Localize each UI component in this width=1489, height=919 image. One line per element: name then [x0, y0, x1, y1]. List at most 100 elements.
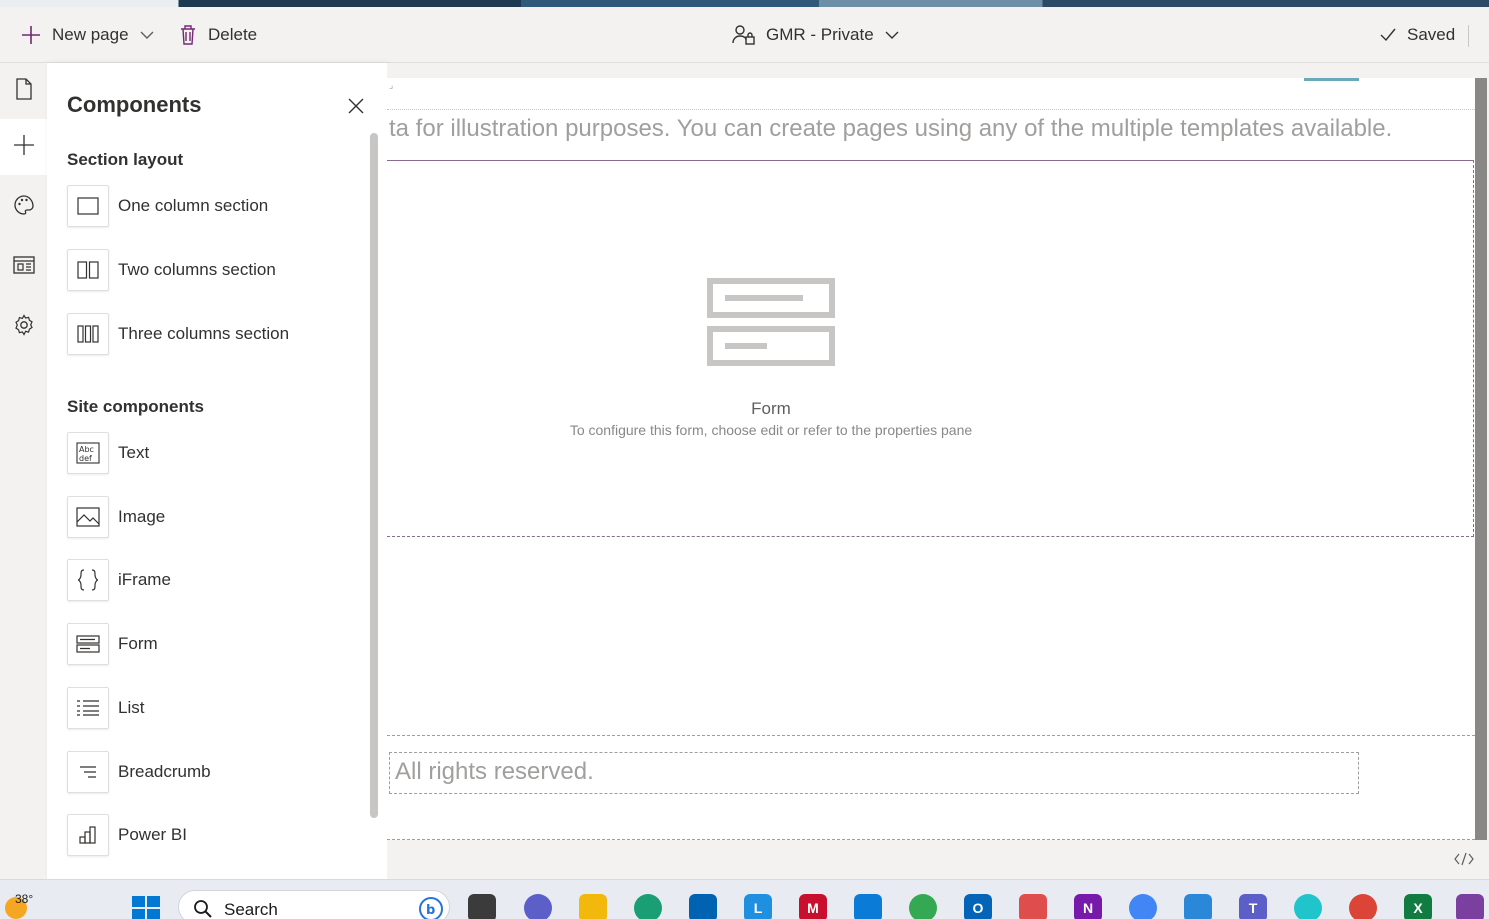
- component-list[interactable]: List: [67, 687, 367, 729]
- component-text[interactable]: Abc def Text: [67, 432, 367, 474]
- windows-start-icon[interactable]: [132, 896, 160, 919]
- panel-scrollbar[interactable]: [370, 133, 378, 818]
- file-explorer-icon[interactable]: [579, 894, 607, 919]
- footer-section[interactable]: All rights reserved.: [387, 735, 1475, 840]
- chrome-alt-icon[interactable]: [1349, 894, 1377, 919]
- rail-data-button[interactable]: [0, 239, 47, 295]
- add-icon: [13, 134, 35, 161]
- one-column-icon: [67, 185, 109, 227]
- intro-text[interactable]: ta for illustration purposes. You can cr…: [389, 115, 1392, 143]
- code-icon: [1454, 852, 1474, 871]
- component-label: Three columns section: [118, 324, 290, 343]
- site-components-heading: Site components: [67, 397, 204, 416]
- form-icon: [67, 623, 109, 665]
- rail-settings-button[interactable]: [0, 299, 47, 355]
- page-icon: [15, 77, 33, 105]
- add-icon: [20, 24, 42, 46]
- component-label: Form: [118, 634, 158, 653]
- chrome-profile-icon[interactable]: [909, 894, 937, 919]
- teams-chat-icon[interactable]: [524, 894, 552, 919]
- image-icon: [67, 496, 109, 538]
- data-workspace-icon: [12, 255, 35, 280]
- rail-components-button[interactable]: [0, 119, 47, 175]
- list-icon: [67, 687, 109, 729]
- outlook-icon[interactable]: O: [964, 894, 992, 919]
- component-label: iFrame: [118, 570, 171, 589]
- chevron-down-icon[interactable]: [139, 27, 155, 43]
- page-canvas: ⌟ ta for illustration purposes. You can …: [387, 63, 1489, 879]
- component-breadcrumb[interactable]: Breadcrumb: [67, 751, 367, 793]
- svg-text:b: b: [426, 903, 435, 918]
- breadcrumb-icon: [67, 751, 109, 793]
- cortana-icon[interactable]: [854, 894, 882, 919]
- checkmark-icon: [1379, 27, 1397, 43]
- code-view-button[interactable]: [1453, 851, 1475, 871]
- canvas-scrollbar[interactable]: [1475, 78, 1487, 840]
- taskbar: 38° Search b L M O N T X: [0, 879, 1489, 919]
- teams-icon[interactable]: T: [1239, 894, 1267, 919]
- new-page-button[interactable]: New page: [20, 7, 155, 63]
- component-three-columns-section[interactable]: Three columns section: [67, 313, 367, 355]
- excel-icon[interactable]: X: [1404, 894, 1432, 919]
- close-icon: [347, 97, 365, 120]
- rail-pages-button[interactable]: [0, 63, 47, 119]
- visual-studio-icon[interactable]: [1456, 894, 1484, 919]
- canva-icon[interactable]: [1294, 894, 1322, 919]
- chevron-down-icon: [884, 27, 900, 43]
- mcafee-icon[interactable]: M: [799, 894, 827, 919]
- snipping-tool-icon[interactable]: [1019, 894, 1047, 919]
- delete-button[interactable]: Delete: [178, 7, 257, 63]
- task-view-icon[interactable]: [468, 894, 496, 919]
- component-image[interactable]: Image: [67, 496, 367, 538]
- component-label: Power BI: [118, 825, 187, 844]
- form-placeholder-icon: [707, 278, 835, 371]
- desktop-wallpaper-strip: [0, 0, 1489, 7]
- store-icon[interactable]: [689, 894, 717, 919]
- environment-label: GMR - Private: [766, 25, 874, 44]
- delete-label: Delete: [208, 25, 258, 44]
- svg-text:def: def: [79, 454, 92, 463]
- people-lock-icon: [732, 24, 756, 46]
- taskbar-search-label: Search: [224, 900, 278, 919]
- footer-text-box[interactable]: All rights reserved.: [389, 752, 1359, 794]
- form-placeholder-title: Form: [751, 399, 791, 418]
- command-bar: New page Delete GMR - Private Saved: [0, 7, 1489, 63]
- page-preview: ⌟ ta for illustration purposes. You can …: [387, 78, 1475, 840]
- environment-selector[interactable]: GMR - Private: [732, 7, 900, 63]
- panel-title: Components: [67, 92, 202, 117]
- rail-themes-button[interactable]: [0, 179, 47, 235]
- chrome-icon[interactable]: [1129, 894, 1157, 919]
- component-power-bi[interactable]: Power BI: [67, 814, 367, 856]
- section-layout-heading: Section layout: [67, 150, 184, 169]
- edge-browser-icon[interactable]: [634, 894, 662, 919]
- new-page-label: New page: [52, 25, 129, 44]
- form-placeholder-subtitle: To configure this form, choose edit or r…: [569, 422, 973, 438]
- component-label: List: [118, 698, 145, 717]
- onenote-icon[interactable]: N: [1074, 894, 1102, 919]
- search-icon: [193, 899, 213, 919]
- text-icon: Abc def: [67, 432, 109, 474]
- left-rail: [0, 63, 47, 879]
- form-section[interactable]: Form To configure this form, choose edit…: [387, 160, 1474, 537]
- notepad-icon[interactable]: [1184, 894, 1212, 919]
- bing-icon[interactable]: b: [419, 897, 443, 919]
- taskbar-search-box[interactable]: Search b: [178, 890, 450, 919]
- selected-tab-indicator: [1304, 78, 1359, 81]
- component-form[interactable]: Form: [67, 623, 367, 665]
- component-label: Image: [118, 507, 166, 526]
- app-l-icon[interactable]: L: [744, 894, 772, 919]
- saved-label: Saved: [1407, 25, 1456, 44]
- section-resize-handle[interactable]: ⌟: [389, 80, 393, 91]
- component-iframe[interactable]: iFrame: [67, 559, 367, 601]
- footer-text: All rights reserved.: [395, 758, 594, 785]
- palette-icon: [13, 194, 35, 221]
- saved-status: Saved: [1379, 7, 1455, 63]
- close-panel-button[interactable]: [345, 97, 367, 119]
- component-two-columns-section[interactable]: Two columns section: [67, 249, 367, 291]
- component-label: Two columns section: [118, 260, 276, 279]
- weather-temperature: 38°: [15, 892, 34, 906]
- component-label: Breadcrumb: [118, 762, 211, 781]
- component-one-column-section[interactable]: One column section: [67, 185, 367, 227]
- gear-icon: [13, 313, 35, 341]
- trash-icon: [178, 24, 198, 46]
